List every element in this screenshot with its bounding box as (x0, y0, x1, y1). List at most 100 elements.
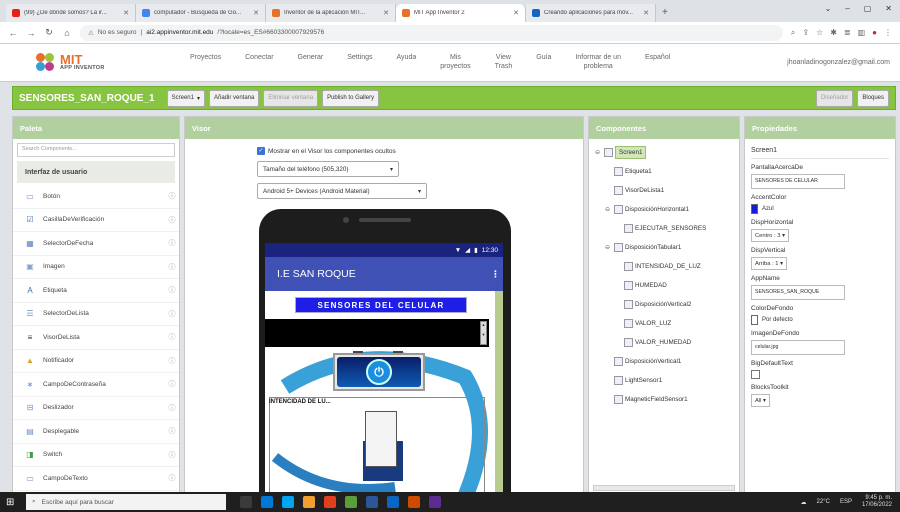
collapse-toggle-icon[interactable]: ⊖ (603, 244, 612, 251)
palette-item[interactable]: ☰ SelectorDeLista ⓘ (13, 303, 179, 326)
component-tree-node[interactable]: VisorDeLista1 (593, 181, 735, 200)
browser-tab[interactable]: (99) ¿De dónde somos? La ir... ✕ (6, 4, 136, 22)
taskbar-search-input[interactable]: ⌕ Escribe aquí para buscar (26, 494, 226, 510)
user-account-menu[interactable]: jhoanladinogonzalez@gmail.com (787, 59, 900, 66)
back-icon[interactable]: ← (8, 28, 18, 38)
help-icon[interactable]: ⓘ (165, 403, 179, 413)
help-icon[interactable]: ⓘ (165, 379, 179, 389)
menu-item[interactable]: Mis proyectos (428, 54, 482, 71)
help-icon[interactable]: ⓘ (165, 262, 179, 272)
palette-item[interactable]: ▭ CampoDeTexto ⓘ (13, 467, 179, 491)
component-tree-node[interactable]: MagneticFieldSensor1 (593, 390, 735, 409)
designer-button[interactable]: Diseñador (815, 89, 854, 107)
palette-item[interactable]: ∗ CampoDeContraseña ⓘ (13, 373, 179, 397)
mit-logo[interactable]: MIT APP INVENTOR (36, 52, 178, 73)
palette-item[interactable]: A Etiqueta ⓘ (13, 279, 179, 303)
collapse-toggle-icon[interactable]: ⊖ (603, 206, 612, 213)
help-icon[interactable]: ⓘ (165, 215, 179, 225)
property-dropdown[interactable]: Centro : 3 ▾ (751, 229, 789, 242)
overflow-menu-icon[interactable]: ⋮ (491, 269, 503, 280)
help-icon[interactable]: ⓘ (165, 332, 179, 342)
taskbar-app-icon[interactable] (366, 496, 378, 508)
close-icon[interactable]: ✕ (643, 9, 649, 17)
screen-select[interactable]: Screen1 ▾ (166, 89, 205, 107)
close-icon[interactable]: ✕ (123, 9, 129, 17)
taskbar-app-icon[interactable] (282, 496, 294, 508)
maximize-icon[interactable]: ▢ (864, 4, 872, 13)
property-dropdown[interactable]: All ▾ (751, 394, 770, 407)
theme-select[interactable]: Android 5+ Devices (Android Material) ▾ (257, 183, 427, 199)
clock[interactable]: 9:45 p. m. 17/06/2022 (862, 495, 892, 509)
menu-item[interactable]: Español (633, 54, 682, 71)
property-input[interactable]: celular.jpg (751, 340, 845, 355)
taskbar-app-icon[interactable] (345, 496, 357, 508)
sidebar-icon[interactable]: ▥ (858, 28, 866, 38)
show-hidden-checkbox[interactable]: ✓ Mostrar en el Visor los componentes oc… (257, 147, 396, 155)
palette-item[interactable]: ◨ Switch ⓘ (13, 444, 179, 467)
close-icon[interactable]: ✕ (253, 9, 259, 17)
browser-tab[interactable]: Creando aplicaciones para móv... ✕ (526, 4, 656, 22)
close-icon[interactable]: ✕ (383, 9, 389, 17)
help-icon[interactable]: ⓘ (165, 309, 179, 319)
taskbar-app-icon[interactable] (408, 496, 420, 508)
component-tree-node[interactable]: Etiqueta1 (593, 162, 735, 181)
palette-item[interactable]: ▣ Imagen ⓘ (13, 256, 179, 279)
property-color[interactable]: Por defecto (751, 315, 889, 325)
property-dropdown[interactable]: Arriba : 1 ▾ (751, 257, 788, 270)
language-indicator[interactable]: ESP (840, 499, 852, 505)
menu-item[interactable]: Proyectos (178, 54, 233, 71)
new-tab-button[interactable]: + (656, 4, 674, 22)
browser-tab[interactable]: computador - Búsqueda de Go... ✕ (136, 4, 266, 22)
help-icon[interactable]: ⓘ (165, 356, 179, 366)
execute-sensors-button[interactable]: ⏻ (333, 353, 425, 391)
collapse-toggle-icon[interactable]: ⊖ (593, 149, 602, 156)
horizontal-scrollbar[interactable] (593, 485, 735, 491)
menu-item[interactable]: Settings (335, 54, 384, 71)
taskbar-app-icon[interactable] (324, 496, 336, 508)
component-tree-node[interactable]: LightSensor1 (593, 371, 735, 390)
help-icon[interactable]: ⓘ (165, 191, 179, 201)
component-tree-node[interactable]: EJECUTAR_SENSORES (593, 219, 735, 238)
url-input[interactable]: ⚠ No es seguro | ai2.appinventor.mit.edu… (80, 24, 783, 41)
component-tree-node[interactable]: VALOR_LUZ (593, 314, 735, 333)
palette-category-user-interface[interactable]: Interfaz de usuario (17, 161, 175, 183)
component-tree-node[interactable]: DisposiciónVertical1 (593, 352, 735, 371)
component-tree-node[interactable]: ⊖ DisposiciónTabular1 (593, 238, 735, 257)
property-checkbox[interactable] (751, 370, 760, 379)
blocks-button[interactable]: Bloques (857, 89, 889, 107)
menu-kebab-icon[interactable]: ⋮ (884, 28, 892, 38)
scrollbar[interactable]: ▲ ▼ (480, 321, 487, 345)
windows-start-icon[interactable]: ⊞ (6, 497, 20, 508)
home-icon[interactable]: ⌂ (62, 28, 72, 38)
add-screen-button[interactable]: Añadir ventana (208, 89, 260, 107)
help-icon[interactable]: ⓘ (165, 450, 179, 460)
phone-size-select[interactable]: Tamaño del teléfono (505,320) ▾ (257, 161, 399, 177)
browser-tab[interactable]: MIT App Inventor 2 ✕ (396, 4, 526, 22)
component-tree-node[interactable]: INTENSIDAD_DE_LUZ (593, 257, 735, 276)
component-tree-node[interactable]: ⊖ DisposiciónHorizontal1 (593, 200, 735, 219)
component-tree-node[interactable]: VALOR_HUMEDAD (593, 333, 735, 352)
taskbar-app-icon[interactable] (261, 496, 273, 508)
minimize-icon[interactable]: – (845, 4, 849, 13)
palette-item[interactable]: ▦ SelectorDeFecha ⓘ (13, 232, 179, 256)
menu-item[interactable]: Conectar (233, 54, 285, 71)
phone-scroll-track[interactable] (495, 291, 503, 499)
property-color[interactable]: Azul (751, 204, 889, 214)
help-icon[interactable]: ⓘ (165, 426, 179, 436)
menu-item[interactable]: Informar de un problema (563, 54, 633, 71)
component-tree-node[interactable]: HUMEDAD (593, 276, 735, 295)
browser-tab[interactable]: Inventor de la aplicación MIT... ✕ (266, 4, 396, 22)
forward-icon[interactable]: → (26, 28, 36, 38)
menu-item[interactable]: Generar (286, 54, 336, 71)
help-icon[interactable]: ⓘ (165, 238, 179, 248)
bookmark-star-icon[interactable]: ☆ (816, 28, 823, 38)
palette-item[interactable]: ▤ Desplegable ⓘ (13, 420, 179, 444)
close-icon[interactable]: ✕ (513, 9, 519, 17)
component-tree-node[interactable]: DisposiciónVertical2 (593, 295, 735, 314)
remove-screen-button[interactable]: Eliminar ventana (263, 89, 319, 107)
help-icon[interactable]: ⓘ (165, 285, 179, 295)
menu-item[interactable]: View Trash (483, 54, 525, 71)
palette-item[interactable]: ▭ Botón ⓘ (13, 185, 179, 209)
help-icon[interactable]: ⓘ (165, 473, 179, 483)
profile-avatar-icon[interactable]: ● (872, 28, 877, 38)
